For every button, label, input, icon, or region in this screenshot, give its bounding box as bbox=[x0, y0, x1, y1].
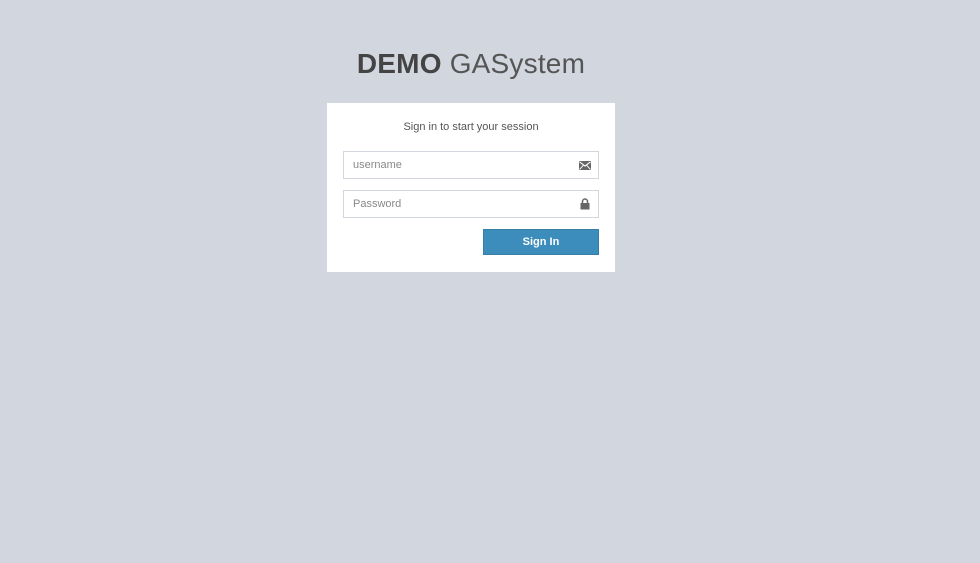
password-input[interactable] bbox=[343, 190, 599, 218]
username-group bbox=[343, 151, 599, 179]
login-message: Sign in to start your session bbox=[403, 121, 539, 133]
login-form-panel: Sign in to start your session Sig bbox=[327, 103, 615, 272]
sign-in-button[interactable]: Sign In bbox=[483, 229, 599, 255]
submit-row: Sign In bbox=[343, 229, 599, 257]
login-logo: DEMO GASystem bbox=[327, 44, 615, 103]
logo-light-text: GASystem bbox=[449, 48, 586, 79]
login-box: DEMO GASystem Sign in to start your sess… bbox=[327, 44, 615, 272]
username-input[interactable] bbox=[343, 151, 599, 179]
password-group bbox=[343, 190, 599, 218]
logo-bold-text: DEMO bbox=[356, 48, 442, 79]
envelope-icon bbox=[579, 158, 591, 172]
lock-icon bbox=[579, 197, 591, 211]
